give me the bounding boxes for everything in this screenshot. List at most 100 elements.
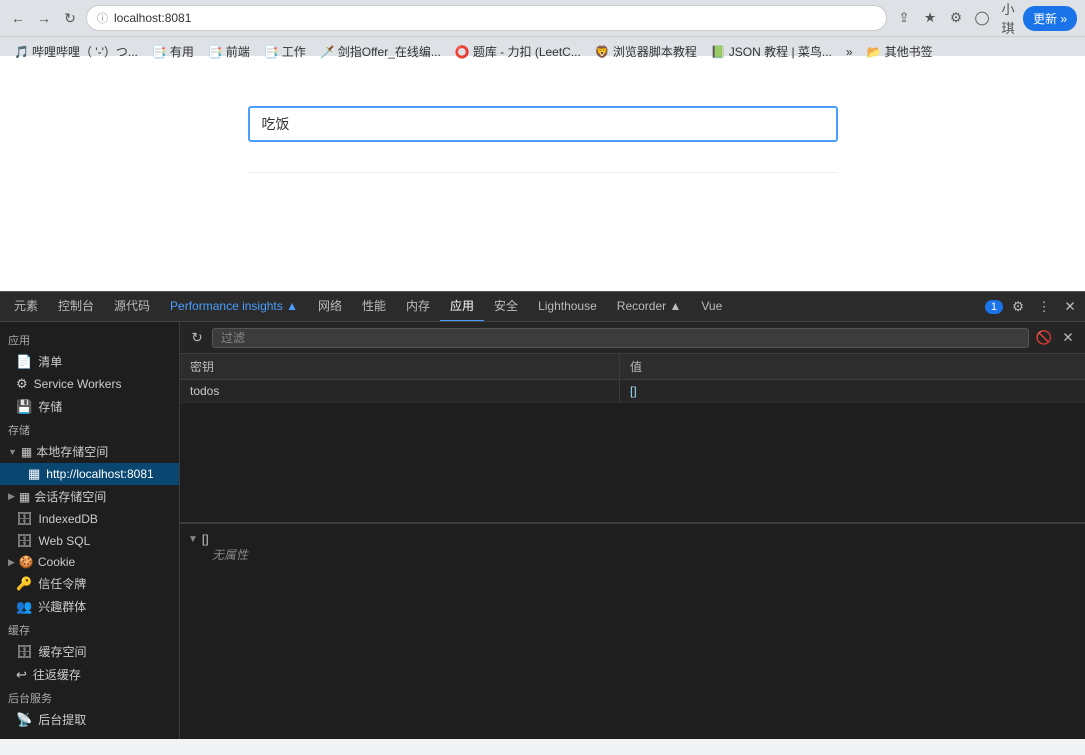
bookmark-other[interactable]: 📂 其他书签	[861, 41, 939, 62]
address-bar[interactable]: ⓘ localhost:8081	[86, 5, 887, 31]
leetcode-icon: ⭕	[455, 45, 470, 59]
interest-groups-icon: 👥	[16, 599, 32, 615]
tab-vue[interactable]: Vue	[691, 292, 732, 322]
cell-value: []	[620, 380, 1085, 402]
trust-token-icon: 🔑	[16, 576, 32, 592]
bookmark-button[interactable]: ★	[919, 7, 941, 29]
cast-button[interactable]: ◯	[971, 7, 993, 29]
bottom-detail-panel: ▼ [] 无属性	[180, 522, 1085, 739]
sidebar-item-interest-groups[interactable]: 👥 兴趣群体	[0, 595, 179, 618]
devtools-body: 应用 📄 清单 ⚙ Service Workers 💾 存储 存储 ▼ ▦ 本地…	[0, 322, 1085, 739]
tab-lighthouse[interactable]: Lighthouse	[528, 292, 607, 322]
sidebar-group-session-storage[interactable]: ▶ ▦ 会话存储空间	[0, 485, 179, 508]
expand-triangle-session: ▶	[8, 491, 15, 502]
array-label-row: ▼ []	[188, 532, 1077, 546]
back-button[interactable]: ←	[8, 8, 28, 28]
page-content	[0, 56, 1085, 291]
browser-toolbar-right: ⇪ ★ ⚙ ◯ 小琪 更新 »	[893, 6, 1077, 31]
table-row[interactable]: todos []	[180, 380, 1085, 403]
filter-input[interactable]	[212, 328, 1029, 348]
devtools-toolbar-icons: 1 ⚙ ⋮ ✕	[985, 296, 1081, 318]
sidebar-item-cache-storage[interactable]: 🗄 缓存空间	[0, 640, 179, 663]
tab-elements[interactable]: 元素	[4, 292, 48, 322]
sidebar-item-websql[interactable]: 🗄 Web SQL	[0, 530, 179, 552]
sidebar-item-indexeddb[interactable]: 🗄 IndexedDB	[0, 508, 179, 530]
back-forward-cache-icon: ↩	[16, 667, 27, 683]
refresh-button[interactable]: ↻	[188, 329, 206, 347]
clear-button[interactable]: ✕	[1059, 329, 1077, 347]
data-table: 密钥 值 todos []	[180, 354, 1085, 403]
sidebar-item-localhost[interactable]: ▦ http://localhost:8081	[0, 463, 179, 485]
devtools-sidebar: 应用 📄 清单 ⚙ Service Workers 💾 存储 存储 ▼ ▦ 本地…	[0, 322, 180, 739]
info-icon: ⓘ	[97, 10, 108, 26]
devtools-more-button[interactable]: ⋮	[1033, 296, 1055, 318]
extensions-button[interactable]: ⚙	[945, 7, 967, 29]
expand-triangle-local: ▼	[8, 447, 17, 457]
sidebar-item-background-fetch[interactable]: 📡 后台提取	[0, 708, 179, 731]
cell-key: todos	[180, 380, 620, 402]
notification-badge: 1	[985, 300, 1003, 314]
folder-icon-1: 📑	[152, 45, 167, 59]
tab-console[interactable]: 控制台	[48, 292, 104, 322]
sidebar-item-service-workers[interactable]: ⚙ Service Workers	[0, 373, 179, 395]
folder-icon-2: 📑	[208, 45, 223, 59]
tab-memory[interactable]: 内存	[396, 292, 440, 322]
session-storage-icon: ▦	[19, 490, 30, 504]
tab-performance[interactable]: 性能	[352, 292, 396, 322]
reload-button[interactable]: ↻	[60, 8, 80, 28]
url-text: localhost:8081	[114, 11, 191, 25]
cache-storage-icon: 🗄	[16, 644, 33, 660]
tab-security[interactable]: 安全	[484, 292, 528, 322]
tab-sources[interactable]: 源代码	[104, 292, 160, 322]
background-fetch-icon: 📡	[16, 712, 32, 728]
json-icon: 📗	[711, 45, 726, 59]
bookmark-bilibili[interactable]: 🎵 哔哩哔哩（ '-'）つ...	[8, 41, 144, 62]
sidebar-item-storage-clear[interactable]: 💾 存储	[0, 395, 179, 418]
update-button[interactable]: 更新 »	[1023, 6, 1077, 31]
folder-icon-3: 📑	[264, 45, 279, 59]
no-properties-label: 无属性	[188, 546, 1077, 563]
todo-input[interactable]	[248, 106, 838, 142]
section-label-app: 应用	[0, 328, 179, 350]
bookmark-jianzhi[interactable]: 🗡️ 剑指Offer_在线编...	[314, 41, 447, 62]
header-value: 值	[620, 354, 1085, 379]
sidebar-item-manifest[interactable]: 📄 清单	[0, 350, 179, 373]
cookie-icon: 🍪	[19, 555, 34, 569]
tab-perf-insights[interactable]: Performance insights ▲	[160, 292, 308, 322]
header-key: 密钥	[180, 354, 620, 379]
bookmark-leetcode[interactable]: ⭕ 题库 - 力扣 (LeetC...	[449, 41, 587, 62]
bookmarks-bar: 🎵 哔哩哔哩（ '-'）つ... 📑 有用 📑 前端 📑 工作 🗡️ 剑指Off…	[0, 36, 1085, 66]
section-label-storage: 存储	[0, 418, 179, 440]
tab-recorder[interactable]: Recorder ▲	[607, 292, 692, 322]
sidebar-item-trust-tokens[interactable]: 🔑 信任令牌	[0, 572, 179, 595]
share-button[interactable]: ⇪	[893, 7, 915, 29]
indexeddb-icon: 🗄	[16, 511, 33, 527]
sidebar-group-cookie[interactable]: ▶ 🍪 Cookie	[0, 552, 179, 572]
expand-array-triangle[interactable]: ▼	[188, 534, 198, 545]
table-header: 密钥 值	[180, 354, 1085, 380]
bookmark-useful[interactable]: 📑 有用	[146, 41, 200, 62]
forward-button[interactable]: →	[34, 8, 54, 28]
sidebar-group-local-storage[interactable]: ▼ ▦ 本地存储空间	[0, 440, 179, 463]
bookmark-browser-script[interactable]: 🦁 浏览器脚本教程	[589, 41, 703, 62]
section-label-cache: 缓存	[0, 618, 179, 640]
tab-network[interactable]: 网络	[308, 292, 352, 322]
delete-button[interactable]: 🚫	[1035, 329, 1053, 347]
tab-application[interactable]: 应用	[440, 292, 484, 322]
profile-button[interactable]: 小琪	[997, 7, 1019, 29]
websql-icon: 🗄	[16, 533, 33, 549]
storage-icon: 💾	[16, 399, 32, 415]
sword-icon: 🗡️	[320, 45, 335, 59]
devtools-settings-button[interactable]: ⚙	[1007, 296, 1029, 318]
devtools-close-button[interactable]: ✕	[1059, 296, 1081, 318]
script-icon: 🦁	[595, 45, 610, 59]
bookmark-work[interactable]: 📑 工作	[258, 41, 312, 62]
devtools-panel: 元素 控制台 源代码 Performance insights ▲ 网络 性能 …	[0, 291, 1085, 739]
section-label-background: 后台服务	[0, 686, 179, 708]
bookmark-json[interactable]: 📗 JSON 教程 | 菜鸟...	[705, 41, 838, 62]
expand-triangle-cookie: ▶	[8, 557, 15, 568]
sidebar-item-back-forward-cache[interactable]: ↩ 往返缓存	[0, 663, 179, 686]
todo-box	[248, 106, 838, 173]
bookmark-frontend[interactable]: 📑 前端	[202, 41, 256, 62]
bookmarks-more-button[interactable]: »	[840, 43, 859, 61]
